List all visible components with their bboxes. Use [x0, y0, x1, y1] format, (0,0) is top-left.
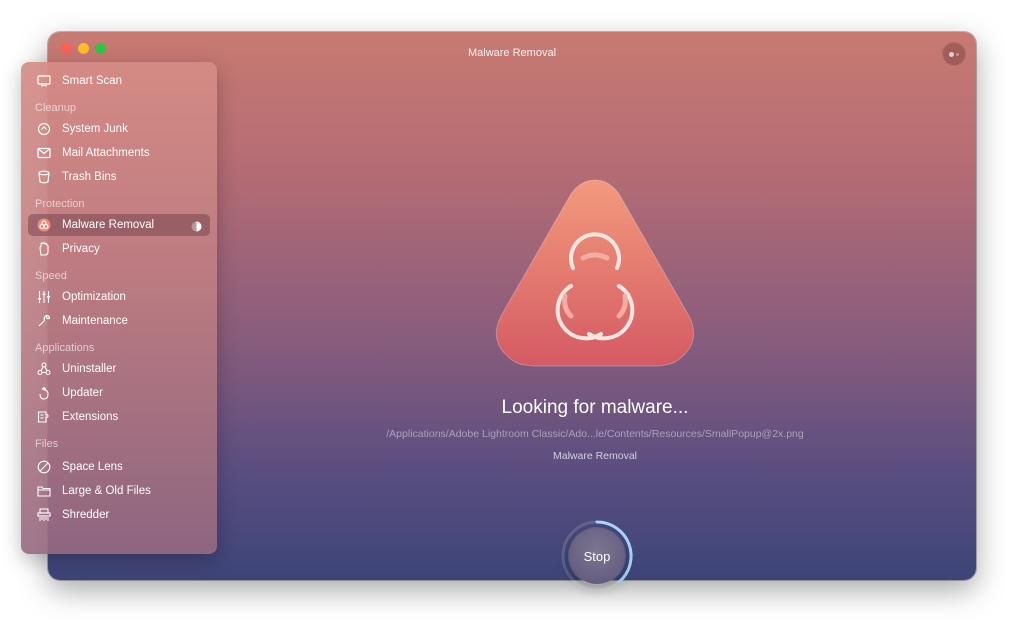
sidebar-item-label: Mail Attachments: [62, 147, 150, 159]
sidebar-item-trash-bins[interactable]: Trash Bins: [28, 166, 210, 188]
biohazard-icon: [36, 217, 52, 233]
sidebar-item-label: Space Lens: [62, 461, 123, 473]
section-protection: Protection: [35, 198, 85, 210]
shredder-icon: [36, 507, 52, 523]
mail-icon: [36, 145, 52, 161]
assistant-dot-icon: [949, 52, 954, 57]
malware-shield-icon: [491, 176, 699, 368]
sidebar-item-label: Extensions: [62, 411, 119, 423]
section-files: Files: [35, 438, 59, 450]
scan-progress-icon: [191, 219, 202, 232]
sidebar-item-uninstaller[interactable]: Uninstaller: [28, 358, 210, 380]
sidebar-item-mail-attachments[interactable]: Mail Attachments: [28, 142, 210, 164]
sidebar-item-label: System Junk: [62, 123, 128, 135]
monitor-icon: [36, 73, 52, 89]
section-applications: Applications: [35, 342, 95, 354]
sidebar-item-label: Updater: [62, 387, 103, 399]
sidebar-item-label: Uninstaller: [62, 363, 117, 375]
current-scan-path: /Applications/Adobe Lightroom Classic/Ad…: [386, 428, 804, 440]
scan-status-headline: Looking for malware...: [501, 397, 689, 418]
sidebar-item-privacy[interactable]: Privacy: [28, 238, 210, 260]
sidebar-item-label: Privacy: [62, 243, 100, 255]
sidebar: Smart Scan Cleanup System Junk Mail Atta…: [21, 62, 217, 554]
sliders-icon: [36, 289, 52, 305]
hand-icon: [36, 241, 52, 257]
trash-icon: [36, 169, 52, 185]
sidebar-item-label: Optimization: [62, 291, 126, 303]
sidebar-item-updater[interactable]: Updater: [28, 382, 210, 404]
space-lens-icon: [36, 459, 52, 475]
extensions-icon: [36, 409, 52, 425]
sidebar-item-maintenance[interactable]: Maintenance: [28, 310, 210, 332]
sidebar-item-system-junk[interactable]: System Junk: [28, 118, 210, 140]
stop-button[interactable]: Stop: [569, 528, 625, 584]
module-label: Malware Removal: [552, 450, 638, 462]
sidebar-item-label: Malware Removal: [62, 219, 155, 231]
sidebar-item-label: Shredder: [62, 509, 110, 521]
sidebar-item-space-lens[interactable]: Space Lens: [28, 456, 210, 478]
folder-icon: [36, 483, 52, 499]
assistant-button[interactable]: [942, 42, 966, 66]
stop-control: Stop: [557, 516, 637, 596]
sidebar-item-malware-removal[interactable]: Malware Removal: [28, 214, 210, 236]
assistant-dot-small-icon: [956, 53, 959, 56]
sidebar-item-label: Large & Old Files: [62, 485, 151, 497]
sidebar-item-label: Maintenance: [62, 315, 128, 327]
sidebar-item-label: Trash Bins: [62, 171, 117, 183]
wrench-icon: [36, 313, 52, 329]
sidebar-item-shredder[interactable]: Shredder: [28, 504, 210, 526]
uninstaller-icon: [36, 361, 52, 377]
sidebar-item-extensions[interactable]: Extensions: [28, 406, 210, 428]
window-title: Malware Removal: [467, 47, 557, 59]
updater-icon: [36, 385, 52, 401]
system-junk-icon: [36, 121, 52, 137]
sidebar-item-optimization[interactable]: Optimization: [28, 286, 210, 308]
section-speed: Speed: [35, 270, 67, 282]
sidebar-item-large-old-files[interactable]: Large & Old Files: [28, 480, 210, 502]
sidebar-item-label: Smart Scan: [62, 75, 123, 87]
section-cleanup: Cleanup: [35, 102, 76, 114]
sidebar-item-smart-scan[interactable]: Smart Scan: [28, 70, 210, 92]
